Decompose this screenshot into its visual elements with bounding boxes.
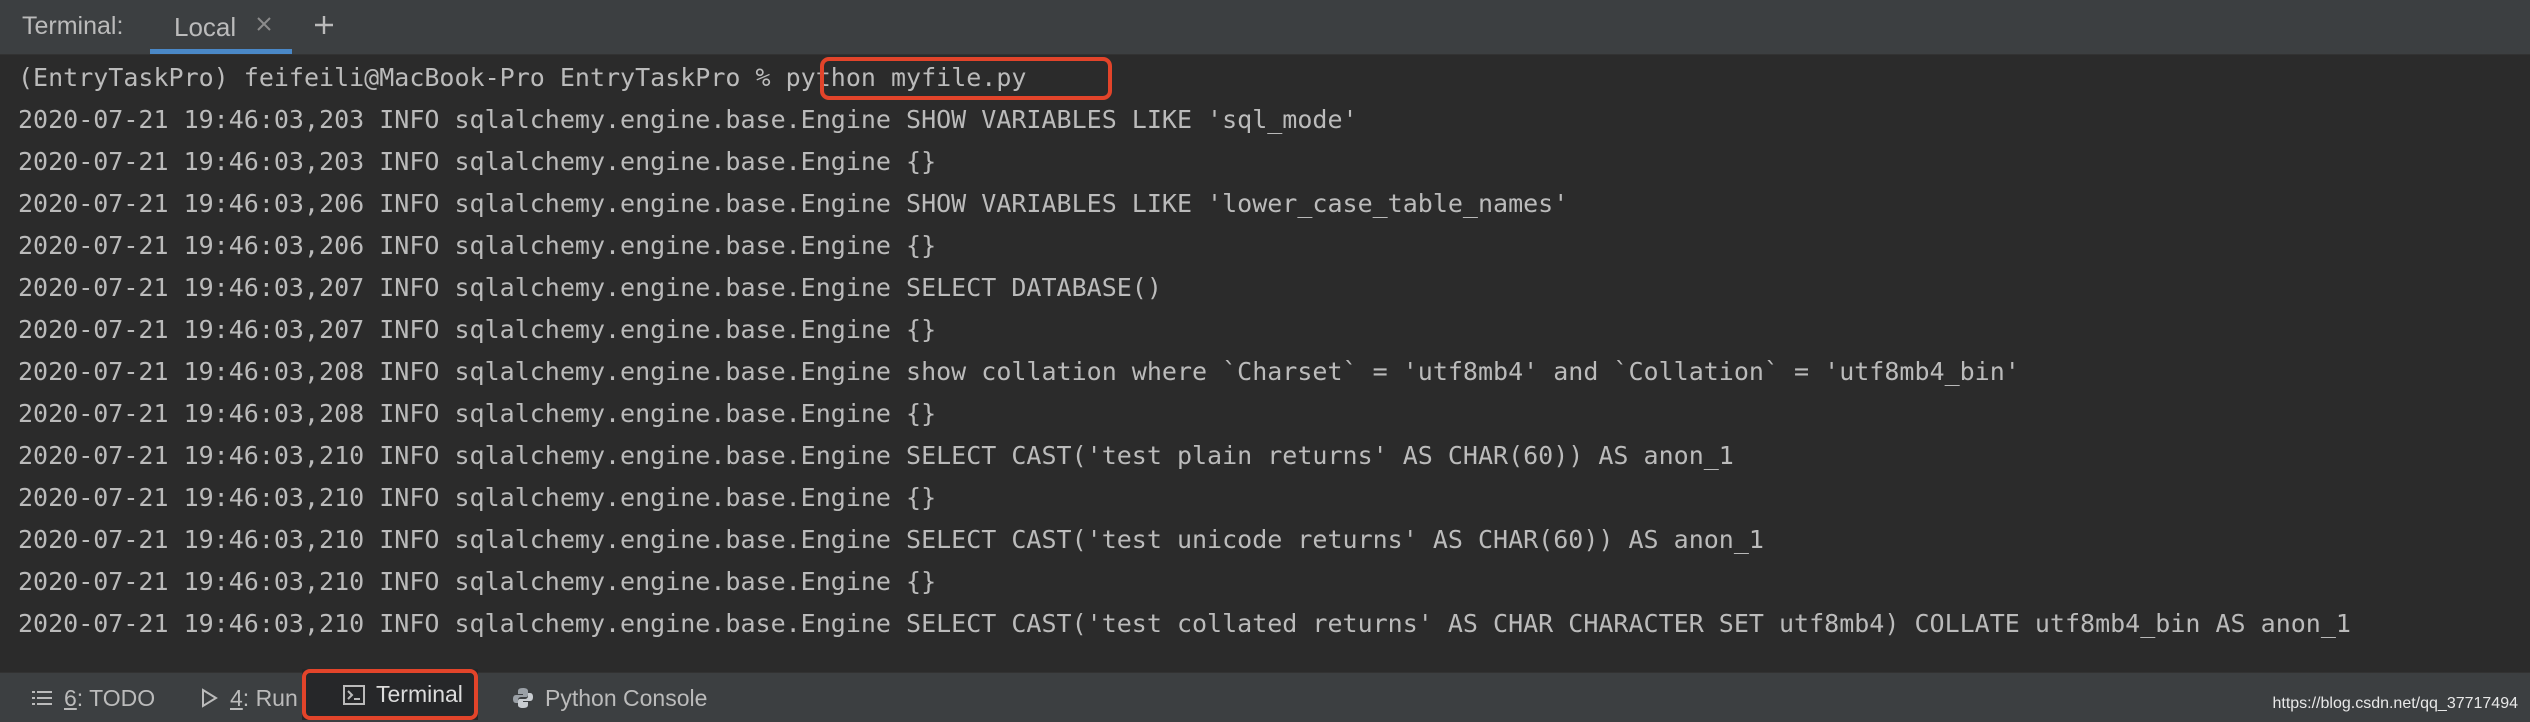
run-button[interactable]: 4: Run xyxy=(197,673,301,722)
log-line: 2020-07-21 19:46:03,210 INFO sqlalchemy.… xyxy=(18,609,2351,638)
run-shortcut: 4 xyxy=(230,685,243,711)
log-line: 2020-07-21 19:46:03,208 INFO sqlalchemy.… xyxy=(18,399,937,428)
terminal-highlight xyxy=(302,669,478,720)
command-highlight xyxy=(820,57,1112,100)
todo-text: : TODO xyxy=(76,685,156,711)
plus-icon[interactable] xyxy=(312,13,336,37)
watermark: https://blog.csdn.net/qq_37717494 xyxy=(2272,695,2518,712)
terminal-prompt: (EntryTaskPro) feifeili@MacBook-Pro Entr… xyxy=(18,63,786,92)
todo-label: 6: TODO xyxy=(64,673,155,722)
tool-window-title: Terminal: xyxy=(22,12,124,40)
terminal-tab-header: Terminal: Local xyxy=(0,0,2530,55)
tab-local[interactable]: Local xyxy=(150,0,292,54)
todo-shortcut: 6 xyxy=(64,685,77,711)
log-line: 2020-07-21 19:46:03,210 INFO sqlalchemy.… xyxy=(18,483,937,512)
close-icon[interactable] xyxy=(254,14,274,34)
log-line: 2020-07-21 19:46:03,208 INFO sqlalchemy.… xyxy=(18,357,2020,386)
tab-local-label: Local xyxy=(174,12,237,42)
active-tab-indicator xyxy=(150,49,292,54)
log-line: 2020-07-21 19:46:03,210 INFO sqlalchemy.… xyxy=(18,525,1764,554)
play-icon xyxy=(202,688,218,708)
python-icon xyxy=(513,688,533,708)
log-line: 2020-07-21 19:46:03,210 INFO sqlalchemy.… xyxy=(18,441,1734,470)
log-line: 2020-07-21 19:46:03,203 INFO sqlalchemy.… xyxy=(18,147,937,176)
python-console-label: Python Console xyxy=(545,685,708,711)
log-line: 2020-07-21 19:46:03,203 INFO sqlalchemy.… xyxy=(18,105,1358,134)
log-line: 2020-07-21 19:46:03,207 INFO sqlalchemy.… xyxy=(18,315,937,344)
run-text: : Run xyxy=(242,685,298,711)
log-line: 2020-07-21 19:46:03,206 INFO sqlalchemy.… xyxy=(18,231,937,260)
list-icon xyxy=(32,691,52,705)
log-line: 2020-07-21 19:46:03,206 INFO sqlalchemy.… xyxy=(18,189,1569,218)
log-line: 2020-07-21 19:46:03,210 INFO sqlalchemy.… xyxy=(18,567,937,596)
python-console-button[interactable]: Python Console xyxy=(511,673,721,722)
log-line: 2020-07-21 19:46:03,207 INFO sqlalchemy.… xyxy=(18,273,1162,302)
run-label: 4: Run xyxy=(230,673,298,722)
todo-button[interactable]: 6: TODO xyxy=(30,673,160,722)
